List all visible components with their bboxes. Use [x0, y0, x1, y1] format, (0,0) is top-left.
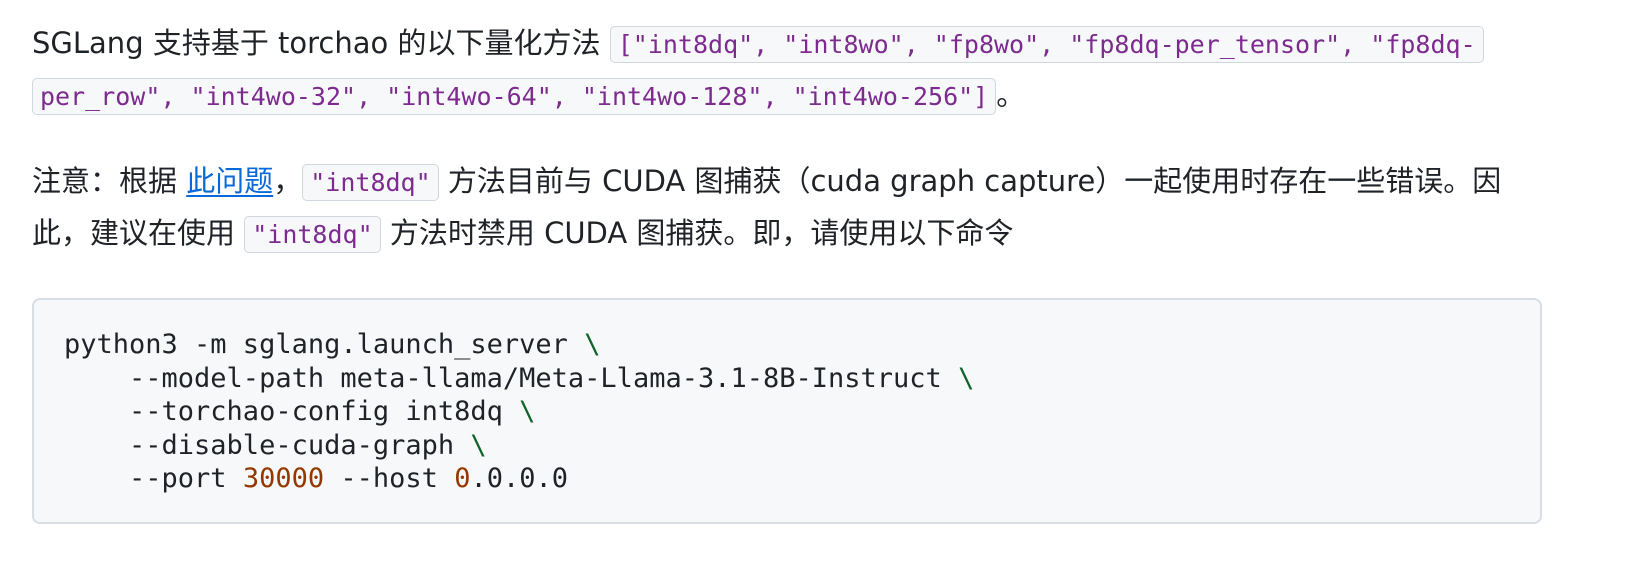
- line-continuation: \: [958, 362, 975, 394]
- code-line-1: python3 -m sglang.launch_server: [64, 329, 568, 360]
- host-flag: --host: [340, 463, 438, 494]
- line-continuation: \: [519, 396, 536, 427]
- int8dq-inline-code: "int8dq": [302, 164, 439, 201]
- intro-text: SGLang 支持基于 torchao 的以下量化方法: [32, 26, 610, 60]
- note-text-2: 方法时禁用 CUDA 图捕获。即，请使用以下命令: [380, 216, 1014, 250]
- port-flag: --port: [64, 463, 227, 494]
- launch-command: python3 -m sglang.launch_server \ --mode…: [64, 328, 1510, 496]
- line-continuation: \: [470, 429, 487, 461]
- code-line-3: --torchao-config int8dq: [64, 396, 503, 427]
- markdown-content: SGLang 支持基于 torchao 的以下量化方法 ["int8dq", "…: [32, 18, 1542, 524]
- port-value: 30000: [242, 463, 325, 494]
- host-value-rest: .0.0.0: [470, 463, 568, 494]
- line-continuation: \: [584, 329, 601, 360]
- note-paragraph: 注意：根据 此问题， "int8dq" 方法目前与 CUDA 图捕获（cuda g…: [32, 156, 1542, 260]
- issue-link[interactable]: 此问题: [186, 164, 273, 198]
- sentence-end: 。: [996, 78, 1026, 112]
- note-comma: ，: [273, 164, 303, 198]
- quantization-methods-paragraph: SGLang 支持基于 torchao 的以下量化方法 ["int8dq", "…: [32, 18, 1542, 122]
- int8dq-inline-code-2: "int8dq": [244, 216, 381, 253]
- code-line-2: --model-path meta-llama/Meta-Llama-3.1-8…: [64, 362, 942, 394]
- host-value-lead: 0: [454, 463, 471, 494]
- code-line-4: --disable-cuda-graph: [64, 429, 455, 461]
- note-prefix: 注意：根据: [32, 164, 187, 198]
- code-block[interactable]: python3 -m sglang.launch_server \ --mode…: [32, 298, 1542, 524]
